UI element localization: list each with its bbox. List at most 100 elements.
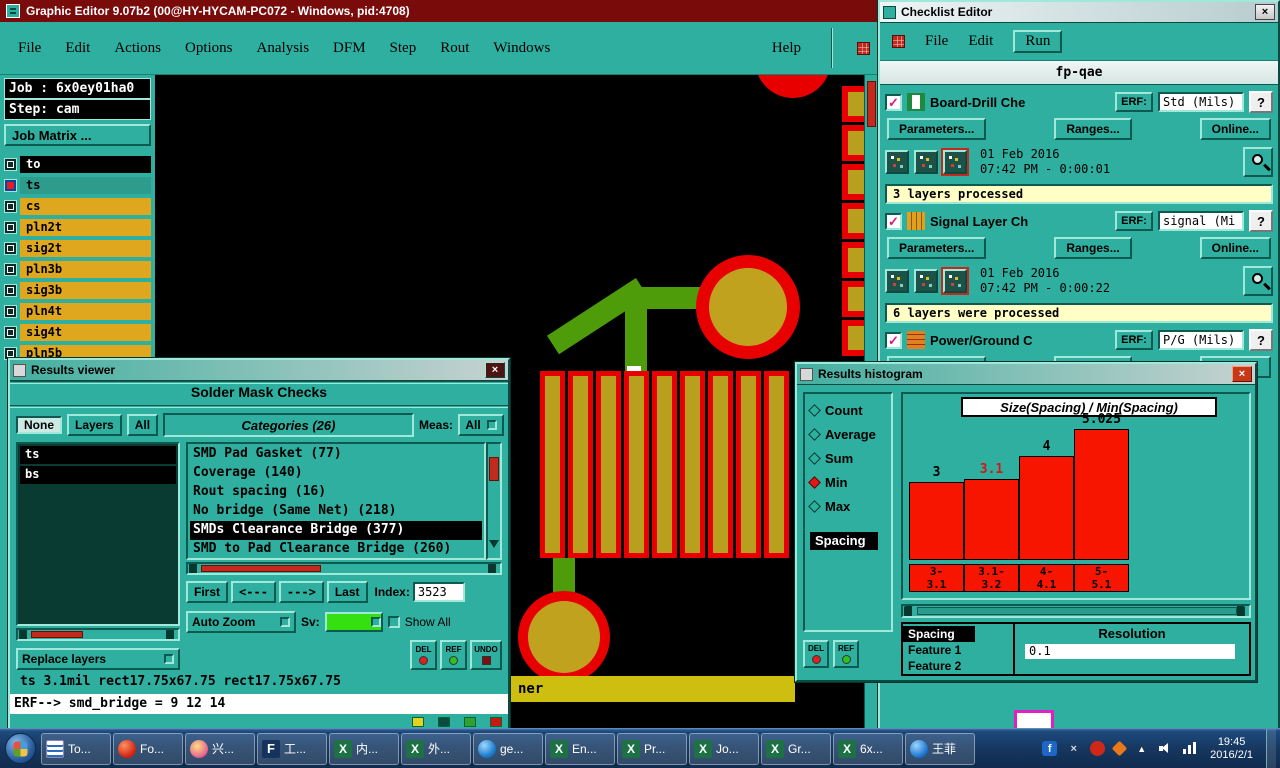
taskbar-button[interactable]: To... <box>41 732 111 765</box>
results-viewer-titlebar[interactable]: Results viewer × <box>10 360 508 381</box>
parameter-label[interactable]: Spacing <box>810 532 878 550</box>
scrollbar-thumb[interactable] <box>917 607 1237 615</box>
magnifier-button[interactable] <box>1243 266 1273 296</box>
close-icon[interactable]: × <box>1255 4 1275 20</box>
erf-value-field[interactable]: Std (Mils) <box>1158 92 1244 112</box>
layer-name[interactable]: pln3b <box>20 261 151 278</box>
delete-button[interactable]: DEL <box>410 640 437 670</box>
taskbar-button[interactable]: 王菲 <box>905 732 975 765</box>
layer-list-hscrollbar[interactable] <box>16 628 180 641</box>
view-action-icon[interactable] <box>914 269 938 293</box>
menu-actions[interactable]: Actions <box>114 40 161 57</box>
layer-name[interactable]: to <box>20 156 151 173</box>
layer-checkbox[interactable] <box>4 326 17 339</box>
menu-edit[interactable]: Edit <box>65 40 90 57</box>
taskbar-button[interactable]: F 工... <box>257 732 327 765</box>
run-action-icon[interactable] <box>941 267 969 295</box>
checklist-name-field[interactable]: fp-qae <box>880 61 1278 85</box>
show-desktop-button[interactable] <box>1266 728 1276 768</box>
grid-mini-icon[interactable] <box>464 717 476 727</box>
grid-handle-icon[interactable] <box>857 41 870 55</box>
layer-checkbox[interactable] <box>4 179 17 192</box>
list-item[interactable]: bs <box>20 466 176 484</box>
replace-layers-dropdown[interactable]: Replace layers <box>16 648 180 670</box>
menu-edit[interactable]: Edit <box>968 33 993 50</box>
list-item[interactable]: ts <box>20 446 176 464</box>
chart-hscrollbar[interactable] <box>901 604 1251 618</box>
delete-button[interactable]: DEL <box>803 640 829 668</box>
erf-button[interactable]: ERF: <box>1115 330 1153 350</box>
menu-run[interactable]: Run <box>1013 30 1063 53</box>
bar[interactable] <box>1019 456 1074 560</box>
index-input[interactable]: 3523 <box>412 582 465 602</box>
close-icon[interactable]: × <box>485 362 505 378</box>
layer-name[interactable]: pln2t <box>20 219 151 236</box>
param-row[interactable]: Feature 1 <box>903 642 1013 658</box>
online-button[interactable]: Online... <box>1199 118 1271 140</box>
stop-mini-icon[interactable] <box>490 717 502 727</box>
layer-name[interactable]: cs <box>20 198 151 215</box>
tray-alert-icon[interactable] <box>1111 740 1128 757</box>
stat-option[interactable]: Max <box>808 494 891 518</box>
taskbar-button[interactable]: X 6x... <box>833 732 903 765</box>
run-action-icon[interactable] <box>941 148 969 176</box>
menu-dfm[interactable]: DFM <box>333 40 366 57</box>
layer-name[interactable]: pln4t <box>20 303 151 320</box>
setup-action-icon[interactable] <box>885 150 909 174</box>
show-all-checkbox[interactable] <box>387 616 400 628</box>
help-button[interactable]: ? <box>1249 91 1273 113</box>
category-item[interactable]: Coverage (140) <box>190 464 482 483</box>
setup-action-icon[interactable] <box>885 269 909 293</box>
help-button[interactable]: ? <box>1249 329 1273 351</box>
categories-vscrollbar[interactable] <box>486 442 502 560</box>
parameters-button[interactable]: Parameters... <box>887 237 987 259</box>
layer-name[interactable]: sig2t <box>20 240 151 257</box>
taskbar-button[interactable]: X 外... <box>401 732 471 765</box>
taskbar-button[interactable]: Fo... <box>113 732 183 765</box>
undo-button[interactable]: UNDO <box>470 640 502 670</box>
job-matrix-button[interactable]: Job Matrix ... <box>4 124 151 146</box>
clock[interactable]: 19:45 2016/2/1 <box>1210 736 1253 762</box>
menu-options[interactable]: Options <box>185 40 233 57</box>
entry-checkbox[interactable]: ✓ <box>885 212 902 230</box>
taskbar-button[interactable]: X Pr... <box>617 732 687 765</box>
menu-windows[interactable]: Windows <box>493 40 550 57</box>
layer-checkbox[interactable] <box>4 305 17 318</box>
scrollbar-thumb[interactable] <box>489 457 499 481</box>
entry-checkbox[interactable]: ✓ <box>885 331 902 349</box>
layer-checkbox[interactable] <box>4 242 17 255</box>
speaker-icon[interactable] <box>1158 741 1173 756</box>
stat-option-selected[interactable]: Min <box>808 470 891 494</box>
ranges-button[interactable]: Ranges... <box>1054 118 1132 140</box>
sv-color-button[interactable] <box>324 612 383 632</box>
layers-mini-icon[interactable] <box>412 717 424 727</box>
erf-button[interactable]: ERF: <box>1115 92 1153 112</box>
bar[interactable] <box>964 479 1019 560</box>
category-item[interactable]: No bridge (Same Net) (218) <box>190 502 482 521</box>
first-button[interactable]: First <box>186 581 229 603</box>
taskbar-button[interactable]: ge... <box>473 732 543 765</box>
tray-red-dot-icon[interactable] <box>1090 741 1106 756</box>
menu-file[interactable]: File <box>925 33 948 50</box>
magnifier-button[interactable] <box>1243 147 1273 177</box>
next-button[interactable]: ---> <box>278 581 324 603</box>
stat-option[interactable]: Sum <box>808 446 891 470</box>
layer-name[interactable]: sig3b <box>20 282 151 299</box>
menu-help[interactable]: Help <box>772 40 801 57</box>
mini-icon[interactable] <box>438 717 450 727</box>
erf-value-field[interactable]: signal (Mi <box>1158 211 1244 231</box>
tray-up-arrow-icon[interactable]: ▲ <box>1134 741 1149 756</box>
scrollbar-thumb[interactable] <box>201 565 321 572</box>
layer-name[interactable]: sig4t <box>20 324 151 341</box>
tray-x-icon[interactable]: × <box>1066 741 1081 756</box>
layer-checkbox[interactable] <box>4 200 17 213</box>
erf-value-field[interactable]: P/G (Mils) <box>1158 330 1244 350</box>
grid-handle-icon[interactable] <box>892 35 905 48</box>
taskbar-button[interactable]: 兴... <box>185 732 255 765</box>
meas-dropdown[interactable]: All <box>458 414 504 436</box>
main-titlebar[interactable]: Graphic Editor 9.07b2 (00@HY-HYCAM-PC072… <box>0 0 880 22</box>
stat-option[interactable]: Average <box>808 422 891 446</box>
layer-checkbox[interactable] <box>4 263 17 276</box>
tray-f-icon[interactable]: f <box>1042 741 1058 756</box>
menu-rout[interactable]: Rout <box>440 40 469 57</box>
